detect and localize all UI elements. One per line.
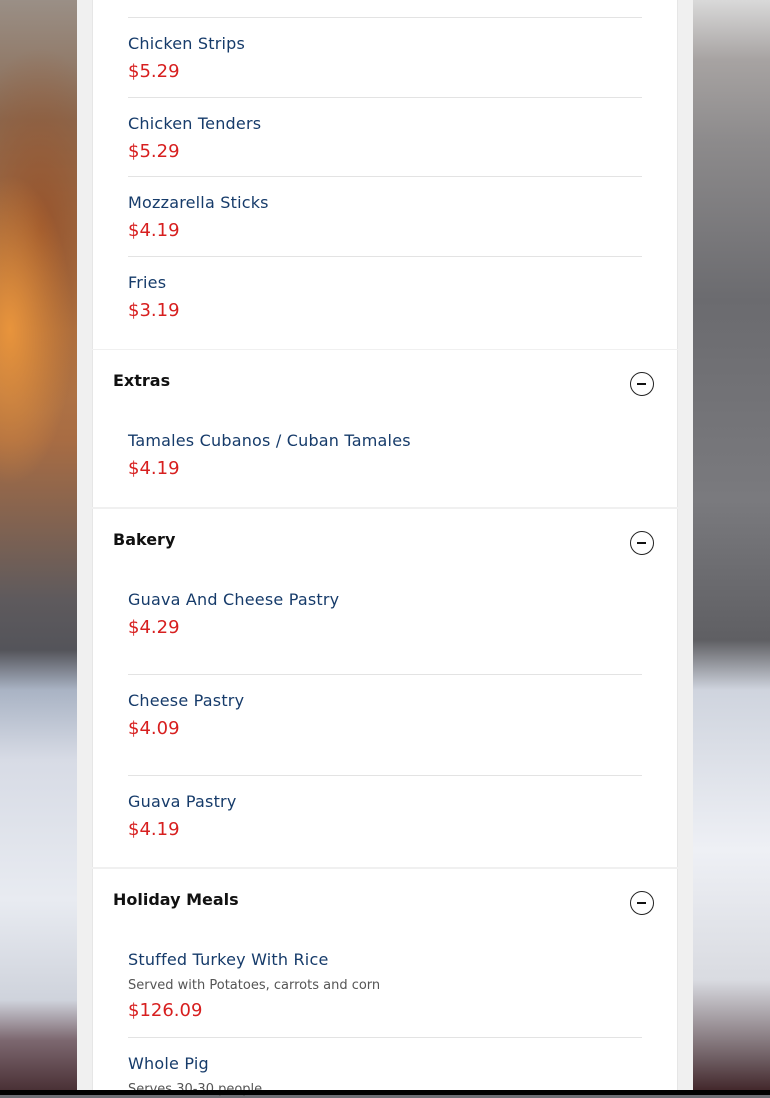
menu-item[interactable]: Tamales Cubanos / Cuban Tamales $4.19 (128, 431, 642, 480)
item-price: $126.09 (128, 1000, 203, 1021)
item-name: Tamales Cubanos / Cuban Tamales (128, 431, 411, 450)
item-name: Guava Pastry (128, 792, 237, 811)
item-name: Fries (128, 273, 167, 292)
minus-circle-icon[interactable] (630, 372, 654, 396)
item-price: $4.19 (128, 458, 180, 479)
item-name: Mozzarella Sticks (128, 193, 269, 212)
menu-item[interactable]: Chicken Strips $5.29 (128, 34, 642, 83)
item-description: Served with Potatoes, carrots and corn (128, 978, 381, 993)
menu-item[interactable]: Chicken Tenders $5.29 (128, 114, 642, 163)
item-price: $5.29 (128, 141, 180, 162)
item-divider (128, 1037, 642, 1038)
category-title[interactable]: Holiday Meals (113, 890, 239, 910)
item-name: Chicken Strips (128, 34, 246, 53)
category-title[interactable]: Bakery (113, 530, 175, 550)
item-divider (128, 17, 642, 18)
minus-circle-icon[interactable] (630, 531, 654, 555)
menu-item[interactable]: Cheese Pastry $4.09 (128, 691, 642, 740)
item-divider (128, 256, 642, 257)
item-divider (128, 97, 642, 98)
category-title[interactable]: Extras (113, 371, 170, 391)
menu-item[interactable]: Guava Pastry $4.19 (128, 792, 642, 841)
menu-item[interactable]: Fries $3.19 (128, 273, 642, 322)
item-name: Stuffed Turkey With Rice (128, 950, 329, 969)
category-card-bakery: Bakery Guava And Cheese Pastry $4.29 Che… (92, 509, 678, 867)
item-name: Whole Pig (128, 1054, 209, 1073)
item-price: $4.19 (128, 220, 180, 241)
item-price: $4.29 (128, 617, 180, 638)
item-divider (128, 775, 642, 776)
menu-item[interactable]: Stuffed Turkey With Rice Served with Pot… (128, 950, 642, 1022)
category-card-holiday-meals: Holiday Meals Stuffed Turkey With Rice S… (92, 869, 678, 1097)
item-name: Guava And Cheese Pastry (128, 590, 340, 609)
item-name: Chicken Tenders (128, 114, 262, 133)
item-price: $3.19 (128, 300, 180, 321)
item-divider (128, 176, 642, 177)
item-price: $5.29 (128, 61, 180, 82)
item-name: Cheese Pastry (128, 691, 245, 710)
bottom-edge-bar (0, 1090, 770, 1095)
menu-item[interactable]: Mozzarella Sticks $4.19 (128, 193, 642, 242)
category-card-extras: Extras Tamales Cubanos / Cuban Tamales $… (92, 350, 678, 507)
item-price: $4.09 (128, 718, 180, 739)
item-price: $4.19 (128, 819, 180, 840)
minus-circle-icon[interactable] (630, 891, 654, 915)
menu-item[interactable]: Guava And Cheese Pastry $4.29 (128, 590, 642, 639)
category-card-appetizers: Chicken Strips $5.29 Chicken Tenders $5.… (92, 0, 678, 349)
item-divider (128, 674, 642, 675)
